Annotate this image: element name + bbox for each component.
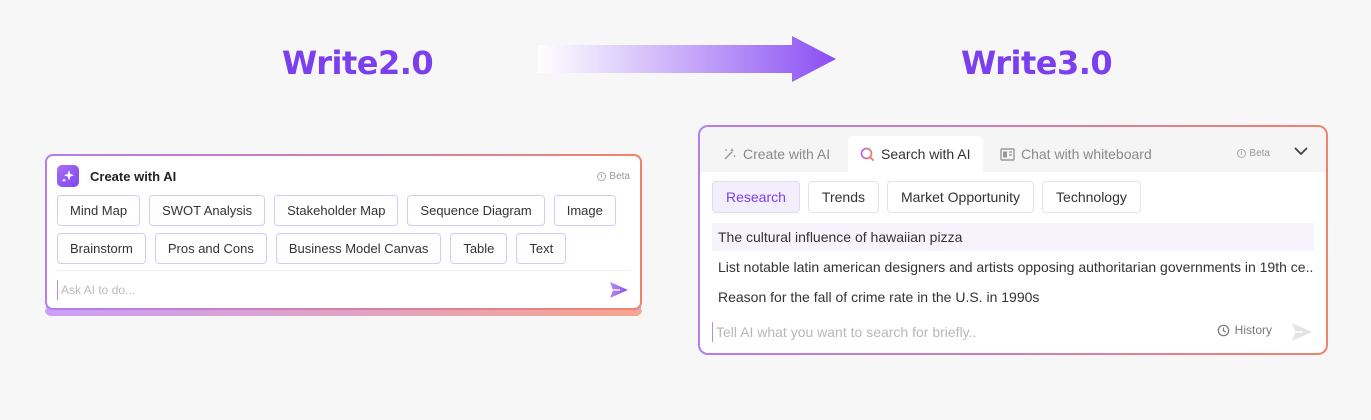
suggestion-item[interactable]: List notable latin american designers an… (712, 253, 1314, 281)
chip-text[interactable]: Text (516, 233, 567, 264)
chip-image[interactable]: Image (553, 195, 616, 226)
history-label: History (1234, 323, 1272, 337)
pill-research[interactable]: Research (712, 181, 800, 213)
suggestion-item[interactable]: Reason for the fall of crime rate in the… (712, 283, 1314, 311)
suggestion-list: The cultural influence of hawaiian pizza… (712, 223, 1314, 313)
chip-mind-map[interactable]: Mind Map (57, 195, 141, 226)
divider (57, 270, 630, 271)
arrow-right-icon (538, 36, 836, 82)
input-placeholder: Ask AI to do... (61, 283, 136, 297)
chip-stakeholder-map[interactable]: Stakeholder Map (274, 195, 399, 226)
magic-wand-icon (724, 147, 736, 160)
panel-shadow (45, 310, 642, 316)
panel-title: Create with AI (90, 168, 177, 184)
chevron-down-icon[interactable] (1294, 146, 1308, 156)
info-icon (597, 171, 607, 181)
ask-ai-input[interactable]: Ask AI to do... (57, 279, 600, 301)
send-icon[interactable] (608, 279, 630, 301)
chip-brainstorm[interactable]: Brainstorm (57, 233, 146, 264)
text-cursor (712, 322, 713, 342)
search-icon (860, 147, 875, 161)
chip-table[interactable]: Table (450, 233, 508, 264)
whiteboard-icon (1000, 147, 1015, 161)
chip-row-1: Mind Map SWOT Analysis Stakeholder Map S… (57, 195, 616, 226)
beta-badge: Beta (1237, 148, 1270, 159)
history-icon (1217, 324, 1229, 336)
pill-market-opportunity[interactable]: Market Opportunity (886, 181, 1035, 213)
beta-badge: Beta (597, 171, 630, 182)
chip-pros-and-cons[interactable]: Pros and Cons (154, 233, 267, 264)
beta-label: Beta (609, 170, 630, 182)
text-cursor (57, 280, 58, 300)
chip-business-model-canvas[interactable]: Business Model Canvas (275, 233, 442, 264)
category-pills: Research Trends Market Opportunity Techn… (712, 181, 1141, 213)
tab-label: Create with AI (743, 146, 831, 162)
chip-row-2: Brainstorm Pros and Cons Business Model … (57, 233, 567, 264)
chip-sequence-diagram[interactable]: Sequence Diagram (407, 195, 545, 226)
chip-swot-analysis[interactable]: SWOT Analysis (149, 195, 266, 226)
tab-create-with-ai[interactable]: Create with AI (722, 136, 830, 172)
send-icon[interactable] (1290, 320, 1314, 344)
tab-label: Chat with whiteboard (1021, 146, 1152, 162)
write2-heading: Write2.0 (282, 44, 434, 82)
sparkle-icon (57, 165, 79, 187)
info-icon (1237, 149, 1247, 158)
write2-create-panel: Create with AI Beta Mind Map SWOT Analys… (45, 154, 642, 316)
pill-technology[interactable]: Technology (1042, 181, 1141, 213)
tab-search-with-ai[interactable]: Search with AI (848, 136, 983, 172)
pill-trends[interactable]: Trends (807, 181, 879, 213)
tab-label: Search with AI (881, 146, 971, 162)
tab-bar: Create with AI Search with AI Chat with … (700, 127, 1326, 172)
search-ai-input[interactable]: Tell AI what you want to search for brie… (712, 321, 976, 343)
panel-header: Create with AI Beta (57, 165, 630, 187)
beta-label: Beta (1249, 148, 1270, 159)
write3-search-panel: Create with AI Search with AI Chat with … (698, 125, 1328, 355)
input-placeholder: Tell AI what you want to search for brie… (716, 324, 977, 340)
write3-heading: Write3.0 (961, 44, 1113, 82)
suggestion-item[interactable]: The cultural influence of hawaiian pizza (712, 223, 1314, 251)
history-button[interactable]: History (1217, 323, 1272, 337)
tab-chat-with-whiteboard[interactable]: Chat with whiteboard (1000, 136, 1152, 172)
